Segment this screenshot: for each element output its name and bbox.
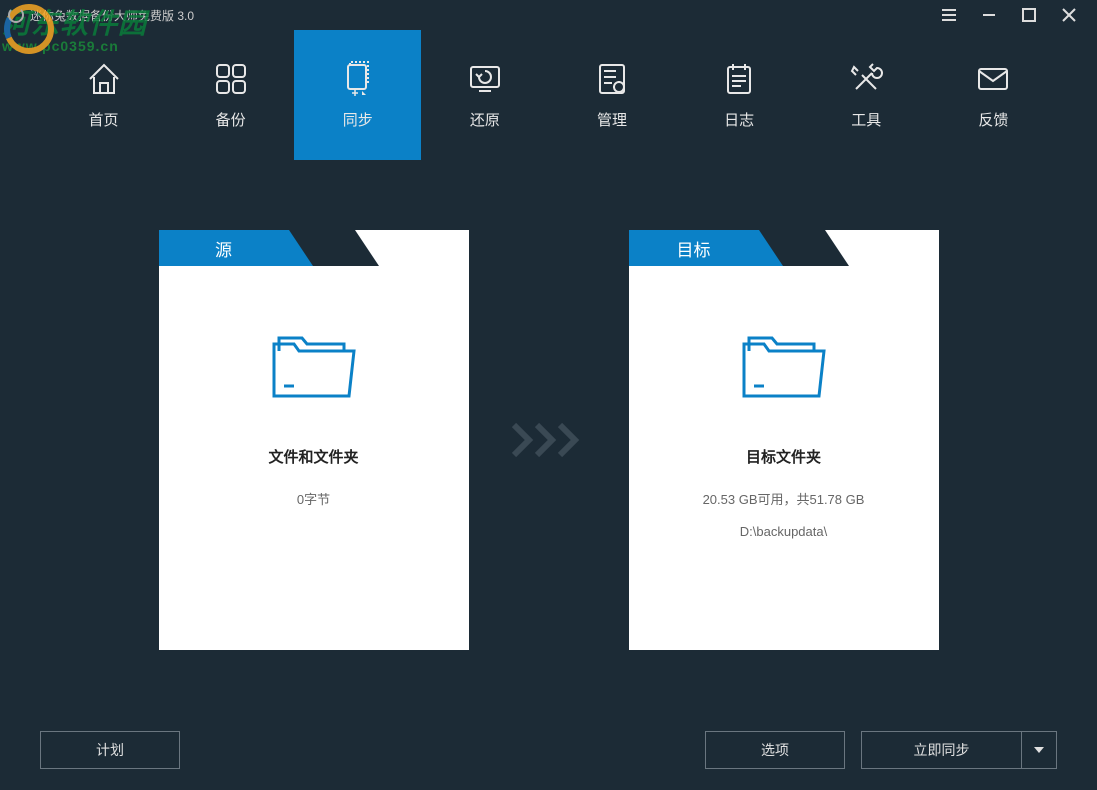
sync-content: 源 文件和文件夹 0字节 目标 目标文件夹 20.53 GB可用，共51.78 … <box>0 160 1097 720</box>
nav-restore[interactable]: 还原 <box>421 30 548 160</box>
nav-label: 还原 <box>470 109 500 130</box>
target-path: D:\backupdata\ <box>740 524 827 539</box>
target-tab: 目标 <box>629 230 759 266</box>
nav-manage[interactable]: 管理 <box>549 30 676 160</box>
backup-icon <box>213 61 249 97</box>
nav-sync[interactable]: 同步 <box>294 30 421 160</box>
source-card[interactable]: 源 文件和文件夹 0字节 <box>159 230 469 650</box>
manage-icon <box>594 61 630 97</box>
nav-label: 首页 <box>89 109 119 130</box>
nav-label: 同步 <box>343 109 373 130</box>
target-card[interactable]: 目标 目标文件夹 20.53 GB可用，共51.78 GB D:\backupd… <box>629 230 939 650</box>
source-title: 文件和文件夹 <box>268 446 358 467</box>
home-icon <box>86 61 122 97</box>
sync-now-dropdown[interactable] <box>1021 731 1057 769</box>
footer: 计划 选项 立即同步 <box>0 720 1097 780</box>
sync-now-button[interactable]: 立即同步 <box>861 731 1021 769</box>
maximize-button[interactable] <box>1009 0 1049 30</box>
minimize-button[interactable] <box>969 0 1009 30</box>
restore-icon <box>467 61 503 97</box>
menu-button[interactable] <box>929 0 969 30</box>
target-title: 目标文件夹 <box>746 446 821 467</box>
nav-label: 工具 <box>851 109 881 130</box>
plan-button[interactable]: 计划 <box>40 731 180 769</box>
titlebar: 迷你兔数据备份大师免费版 3.0 <box>0 0 1097 30</box>
close-button[interactable] <box>1049 0 1089 30</box>
main-navbar: 首页 备份 同步 还原 管理 日志 工具 反馈 <box>0 30 1097 160</box>
options-button[interactable]: 选项 <box>705 731 845 769</box>
folder-icon <box>734 326 834 406</box>
nav-label: 日志 <box>724 109 754 130</box>
nav-label: 备份 <box>216 109 246 130</box>
log-icon <box>721 61 757 97</box>
nav-tools[interactable]: 工具 <box>803 30 930 160</box>
nav-log[interactable]: 日志 <box>676 30 803 160</box>
nav-backup[interactable]: 备份 <box>167 30 294 160</box>
tools-icon <box>848 61 884 97</box>
sync-direction-arrows <box>509 415 589 465</box>
window-title: 迷你兔数据备份大师免费版 3.0 <box>30 7 194 24</box>
target-space: 20.53 GB可用，共51.78 GB <box>703 489 865 508</box>
sync-now-split-button: 立即同步 <box>861 731 1057 769</box>
nav-label: 反馈 <box>978 109 1008 130</box>
nav-home[interactable]: 首页 <box>40 30 167 160</box>
source-size: 0字节 <box>297 489 330 508</box>
feedback-icon <box>975 61 1011 97</box>
app-icon <box>8 7 24 23</box>
nav-feedback[interactable]: 反馈 <box>930 30 1057 160</box>
nav-label: 管理 <box>597 109 627 130</box>
source-tab: 源 <box>159 230 289 266</box>
folder-icon <box>264 326 364 406</box>
sync-icon <box>340 61 376 97</box>
